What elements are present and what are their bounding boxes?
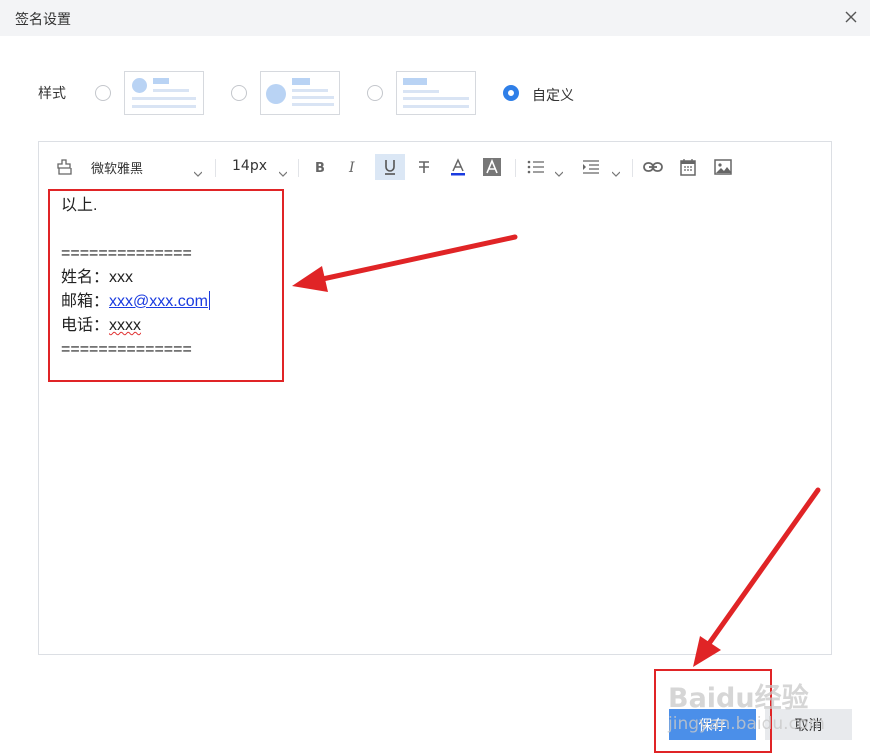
- chevron-down-icon[interactable]: [193, 163, 203, 177]
- chevron-down-icon[interactable]: [611, 163, 621, 177]
- style-1-thumbnail[interactable]: [124, 71, 204, 115]
- signature-settings-dialog: 签名设置 样式 自定义 微软雅黑 14px B I 以上. ==========…: [0, 0, 870, 755]
- bold-icon[interactable]: B: [309, 154, 331, 180]
- svg-text:I: I: [348, 160, 355, 174]
- style-selector: 样式 自定义: [0, 68, 870, 118]
- chevron-down-icon[interactable]: [554, 163, 564, 177]
- annotation-box-signature: [48, 189, 284, 382]
- link-icon[interactable]: [642, 154, 664, 180]
- format-painter-icon[interactable]: [55, 154, 75, 180]
- image-icon[interactable]: [712, 154, 734, 180]
- font-size-select[interactable]: 14px: [232, 158, 267, 174]
- watermark-url: jingyan.baidu.com: [668, 714, 825, 734]
- style-2-thumbnail[interactable]: [260, 71, 340, 115]
- indent-icon[interactable]: [580, 154, 602, 180]
- custom-style-label[interactable]: 自定义: [532, 85, 574, 105]
- font-family-select[interactable]: 微软雅黑: [91, 158, 143, 177]
- calendar-icon[interactable]: [677, 154, 699, 180]
- font-color-icon[interactable]: [447, 154, 469, 180]
- chevron-down-icon[interactable]: [278, 163, 288, 177]
- svg-text:B: B: [315, 161, 325, 174]
- strikethrough-icon[interactable]: [413, 154, 435, 180]
- custom-style-radio[interactable]: [503, 85, 519, 101]
- style-1-radio[interactable]: [95, 85, 111, 101]
- list-icon[interactable]: [525, 154, 547, 180]
- underline-icon[interactable]: [375, 154, 405, 180]
- style-2-radio[interactable]: [231, 85, 247, 101]
- dialog-title: 签名设置: [15, 12, 71, 28]
- background-color-icon[interactable]: [481, 154, 503, 180]
- style-3-radio[interactable]: [367, 85, 383, 101]
- style-3-thumbnail[interactable]: [396, 71, 476, 115]
- style-label: 样式: [38, 86, 66, 102]
- editor-toolbar: 微软雅黑 14px B I: [39, 142, 831, 190]
- close-icon[interactable]: [842, 8, 860, 26]
- watermark-brand: Baidu经验: [668, 683, 809, 714]
- title-bar: 签名设置: [0, 0, 870, 36]
- italic-icon[interactable]: I: [342, 154, 364, 180]
